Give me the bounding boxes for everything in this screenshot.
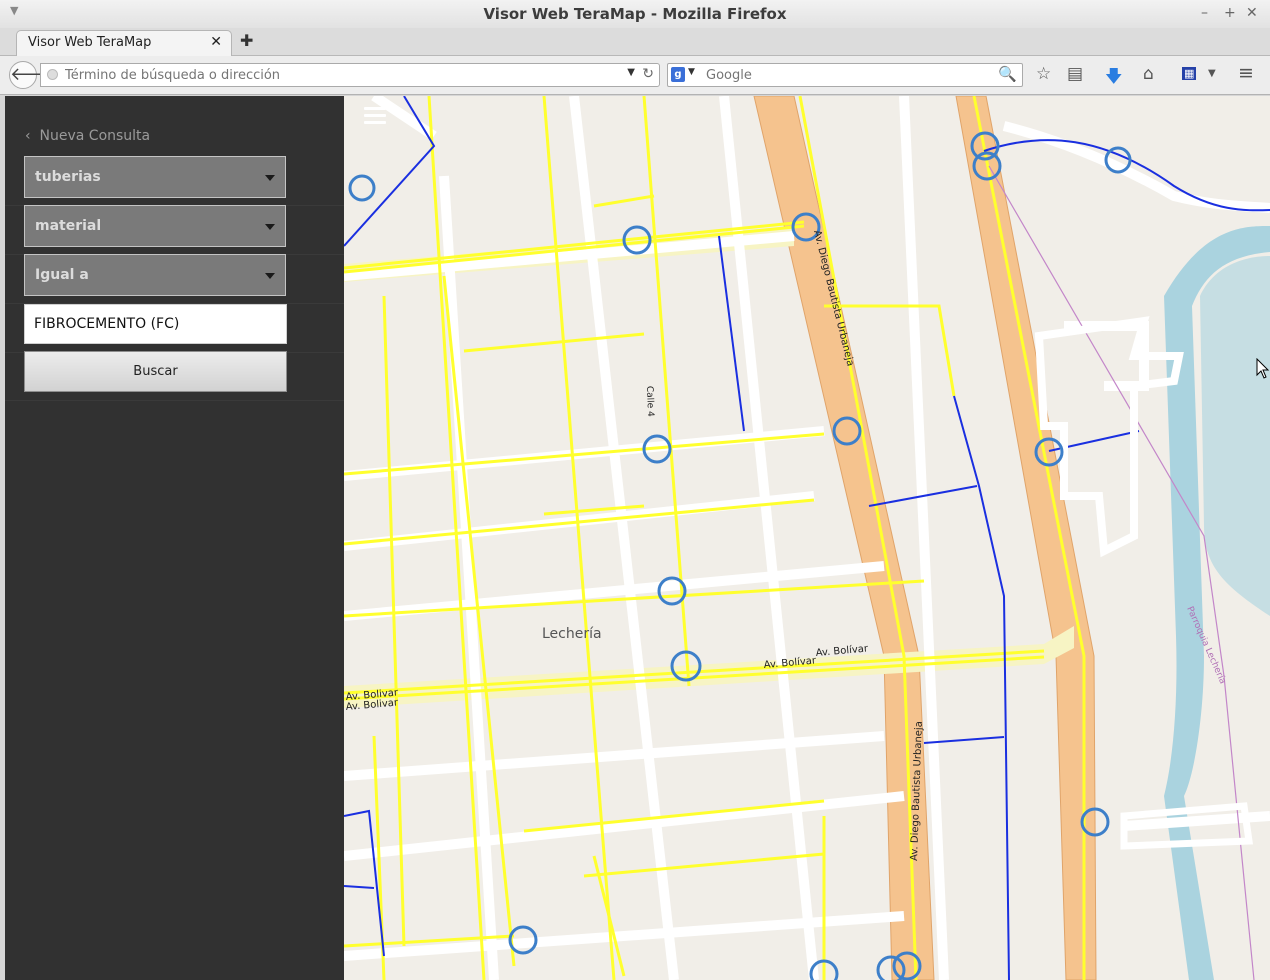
layer-select[interactable]: tuberias	[24, 156, 286, 198]
operator-select-value: Igual a	[35, 267, 89, 283]
caret-down-icon	[265, 273, 275, 279]
downloads-icon[interactable]: 🡇	[1105, 64, 1122, 93]
back-button[interactable]: 🡐	[9, 61, 58, 89]
query-sidebar: ‹ Nueva Consulta tuberias material Igual…	[5, 96, 344, 980]
value-input[interactable]	[24, 304, 287, 344]
url-input[interactable]	[63, 67, 607, 84]
minimize-icon[interactable]: –	[1201, 5, 1208, 21]
google-engine-icon[interactable]: g	[671, 67, 685, 82]
map-menu-icon[interactable]	[364, 107, 386, 125]
addon-dropdown-icon[interactable]: ▼	[1208, 68, 1216, 79]
bookmark-star-icon[interactable]: ☆	[1036, 64, 1051, 84]
chevron-left-icon: ‹	[25, 128, 31, 144]
addon-icon[interactable]: ▦	[1182, 67, 1197, 80]
field-select[interactable]: material	[24, 205, 286, 247]
search-button[interactable]: Buscar	[24, 351, 287, 392]
window-titlebar: ▼ Visor Web TeraMap - Mozilla Firefox – …	[0, 0, 1270, 29]
street-label: Calle 4	[644, 386, 655, 418]
layer-row: tuberias	[5, 156, 344, 206]
reading-list-icon[interactable]: ▤	[1067, 64, 1083, 84]
url-history-dropdown-icon[interactable]: ▼	[627, 67, 635, 78]
map-view[interactable]: Lechería Av. Diego Bautista Urbaneja Av.…	[344, 96, 1270, 980]
search-box[interactable]: g ▼ 🔍	[667, 63, 1023, 87]
search-input[interactable]	[704, 67, 998, 84]
search-icon[interactable]: 🔍	[998, 65, 1017, 83]
globe-icon	[47, 69, 58, 80]
home-icon[interactable]: ⌂	[1143, 64, 1154, 84]
map-canvas[interactable]: Lechería Av. Diego Bautista Urbaneja Av.…	[344, 96, 1270, 980]
reload-icon[interactable]: ↻	[642, 66, 654, 82]
close-window-icon[interactable]: ✕	[1246, 5, 1258, 21]
window-title: Visor Web TeraMap - Mozilla Firefox	[483, 5, 787, 23]
tab-visor-web-teramap[interactable]: Visor Web TeraMap ✕	[16, 30, 232, 56]
layer-select-value: tuberias	[35, 169, 101, 185]
new-query-link[interactable]: ‹ Nueva Consulta	[25, 128, 150, 144]
mouse-cursor-icon	[1256, 358, 1270, 379]
menu-icon[interactable]: ≡	[1238, 62, 1254, 84]
valve-icon	[348, 174, 376, 202]
tab-label: Visor Web TeraMap	[28, 35, 152, 50]
caret-down-icon	[265, 224, 275, 230]
tab-bar: Visor Web TeraMap ✕ ✚	[0, 28, 1270, 56]
operator-row: Igual a	[5, 254, 344, 304]
place-label-lecheria: Lechería	[542, 626, 602, 642]
close-tab-icon[interactable]: ✕	[210, 34, 222, 50]
operator-select[interactable]: Igual a	[24, 254, 286, 296]
new-query-label: Nueva Consulta	[39, 128, 151, 144]
url-bar[interactable]: ▼ ↻	[40, 63, 660, 87]
field-row: material	[5, 205, 344, 255]
water-area	[1200, 256, 1270, 616]
search-engine-dropdown-icon[interactable]: ▼	[688, 67, 695, 77]
caret-down-icon	[265, 175, 275, 181]
navigation-bar: 🡐 ▼ ↻ g ▼ 🔍 ☆ ▤ 🡇 ⌂ ▦ ▼ ≡	[0, 56, 1270, 95]
maximize-icon[interactable]: +	[1224, 5, 1236, 21]
field-select-value: material	[35, 218, 102, 234]
avenue-bolivar	[344, 626, 1074, 708]
new-tab-icon[interactable]: ✚	[240, 31, 253, 50]
